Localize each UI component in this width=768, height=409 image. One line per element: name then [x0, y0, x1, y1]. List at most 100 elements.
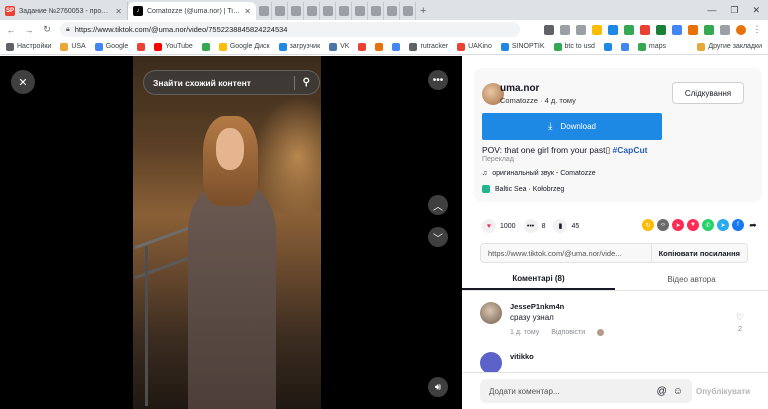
menu-dots-icon[interactable]: ⋮ [752, 24, 762, 35]
zoom-icon[interactable] [560, 24, 570, 35]
other-bookmarks[interactable]: Другие закладки [697, 42, 762, 51]
browser-tab-pinned[interactable] [384, 2, 400, 20]
comment-text: сразу узнал [510, 313, 554, 322]
tab-comments[interactable]: Коментарі (8) [462, 269, 615, 290]
minimize-icon[interactable]: — [707, 5, 716, 15]
bookmark-item[interactable]: SINOPTIK [500, 42, 545, 51]
extension-icon[interactable] [704, 24, 714, 35]
like-stat[interactable]: ♥ 1000 [482, 219, 516, 233]
author-username[interactable]: uma.nor [500, 83, 539, 94]
similar-content-search[interactable]: Знайти схожий контент ⚲ [143, 70, 320, 95]
mention-icon[interactable]: @ [657, 386, 667, 397]
facebook-icon[interactable]: f [732, 219, 744, 231]
comment-like-button[interactable]: ♡ 2 [735, 312, 745, 333]
browser-tab-pinned[interactable] [320, 2, 336, 20]
browser-tab-pinned[interactable] [256, 2, 272, 20]
bookmark-item[interactable]: загрузчик [278, 42, 320, 51]
bookmark-item[interactable]: USA [60, 42, 86, 51]
hashtag-link[interactable]: #CapCut [613, 145, 648, 155]
search-icon[interactable]: ⚲ [303, 77, 310, 88]
browser-tab-task[interactable]: SP Задание №2760053 - просмотр з ✕ [0, 2, 128, 20]
send-icon[interactable]: ➤ [672, 219, 684, 231]
video-player-area[interactable]: ✕ Знайти схожий контент ⚲ ••• ︿ ﹀ 🔊︎ [0, 56, 462, 409]
extension-icon[interactable] [608, 24, 618, 35]
comment-input[interactable]: Додати коментар... @ ☺ [480, 379, 692, 403]
bookmark-item[interactable]: UAKino [457, 42, 492, 51]
bookmark-item[interactable] [137, 42, 146, 51]
bookmark-item[interactable]: Google [94, 42, 128, 51]
follow-button[interactable]: Слідкування [672, 82, 744, 104]
chevron-down-icon[interactable]: ﹀ [428, 227, 448, 247]
chevron-up-icon[interactable]: ︿ [428, 195, 448, 215]
close-window-icon[interactable]: ✕ [752, 5, 760, 16]
reply-button[interactable]: Відповісти [551, 329, 585, 336]
forward-icon[interactable]: → [24, 25, 34, 35]
bookmark-item[interactable] [603, 42, 612, 51]
bookmark-item[interactable]: rutracker [409, 42, 448, 51]
bookmark-item[interactable]: Настройки [6, 42, 51, 51]
extensions-puzzle-icon[interactable] [720, 24, 730, 35]
commenter-avatar[interactable] [480, 302, 502, 324]
bookmark-item[interactable] [375, 42, 384, 51]
comment-stat[interactable]: ••• 8 [523, 219, 545, 233]
extension-icon[interactable] [688, 24, 698, 35]
bookmark-item[interactable]: maps [637, 42, 666, 51]
commenter-name[interactable]: JesseP1nkm4n [510, 302, 564, 311]
browser-tab-pinned[interactable] [400, 2, 416, 20]
commenter-name[interactable]: vitikko [510, 352, 534, 361]
bookmark-item[interactable]: btc to usd [553, 42, 595, 51]
telegram-icon[interactable]: ➤ [717, 219, 729, 231]
tab-creator-videos[interactable]: Відео автора [615, 269, 768, 290]
browser-tab-pinned[interactable] [288, 2, 304, 20]
music-link[interactable]: ♫ оригинальный звук - Comatozze [482, 170, 596, 177]
send-to-friends-icon[interactable]: ▼ [687, 219, 699, 231]
new-tab-icon[interactable]: + [420, 2, 426, 20]
extension-icon[interactable] [640, 24, 650, 35]
video-frame[interactable] [133, 56, 321, 409]
close-icon[interactable]: ✕ [11, 70, 35, 94]
browser-tab-tiktok[interactable]: ♪ Comatozze (@uma.nor) | TikTok ✕ [128, 2, 256, 20]
close-tab-icon[interactable]: ✕ [244, 7, 251, 16]
reload-icon[interactable]: ↻ [42, 24, 52, 35]
maximize-icon[interactable]: ❐ [730, 5, 738, 16]
post-comment-button[interactable]: Опублікувати [696, 387, 750, 396]
extension-icon[interactable] [656, 24, 666, 35]
translate-link[interactable]: Переклад [482, 156, 514, 163]
whatsapp-icon[interactable]: ✆ [702, 219, 714, 231]
share-arrow-icon[interactable]: ➦ [747, 219, 759, 231]
location-pin-icon [482, 185, 490, 193]
bookmark-item[interactable]: YouTube [154, 42, 193, 51]
save-stat[interactable]: ▮ 45 [553, 219, 579, 233]
video-link-url[interactable]: https://www.tiktok.com/@uma.nor/vide... [481, 249, 651, 258]
bookmark-item[interactable] [358, 42, 367, 51]
bookmark-item[interactable] [620, 42, 629, 51]
back-icon[interactable]: ← [6, 25, 16, 35]
download-icon[interactable] [544, 24, 554, 35]
extension-icon[interactable] [624, 24, 634, 35]
bookmark-item[interactable] [201, 42, 210, 51]
url-input[interactable]: 🔒︎ https://www.tiktok.com/@uma.nor/video… [60, 22, 520, 37]
repost-icon[interactable]: ↻ [642, 219, 654, 231]
download-button[interactable]: ⤓ Download [482, 113, 662, 140]
location-link[interactable]: Baltic Sea · Kołobrzeg [482, 185, 564, 193]
bookmark-item[interactable]: VK [329, 42, 349, 51]
emoji-icon[interactable]: ☺ [673, 386, 683, 397]
volume-icon[interactable]: 🔊︎ [428, 377, 448, 397]
browser-tab-pinned[interactable] [272, 2, 288, 20]
bookmark-item[interactable]: Google Диск [218, 42, 270, 51]
commenter-avatar[interactable] [480, 352, 502, 372]
browser-tab-pinned[interactable] [368, 2, 384, 20]
copy-link-button[interactable]: Копіювати посилання [650, 244, 747, 262]
browser-tab-pinned[interactable] [352, 2, 368, 20]
bookmark-star-icon[interactable] [592, 24, 602, 35]
browser-tab-pinned[interactable] [336, 2, 352, 20]
embed-icon[interactable]: ‹› [657, 219, 669, 231]
close-tab-icon[interactable]: ✕ [115, 7, 122, 16]
bookmark-item[interactable] [392, 42, 401, 51]
extension-icon[interactable] [672, 24, 682, 35]
more-options-icon[interactable]: ••• [428, 70, 448, 90]
lock-icon[interactable]: 🔒︎ [66, 26, 70, 34]
browser-tab-pinned[interactable] [304, 2, 320, 20]
profile-avatar[interactable] [736, 24, 746, 35]
share-icon[interactable] [576, 24, 586, 35]
